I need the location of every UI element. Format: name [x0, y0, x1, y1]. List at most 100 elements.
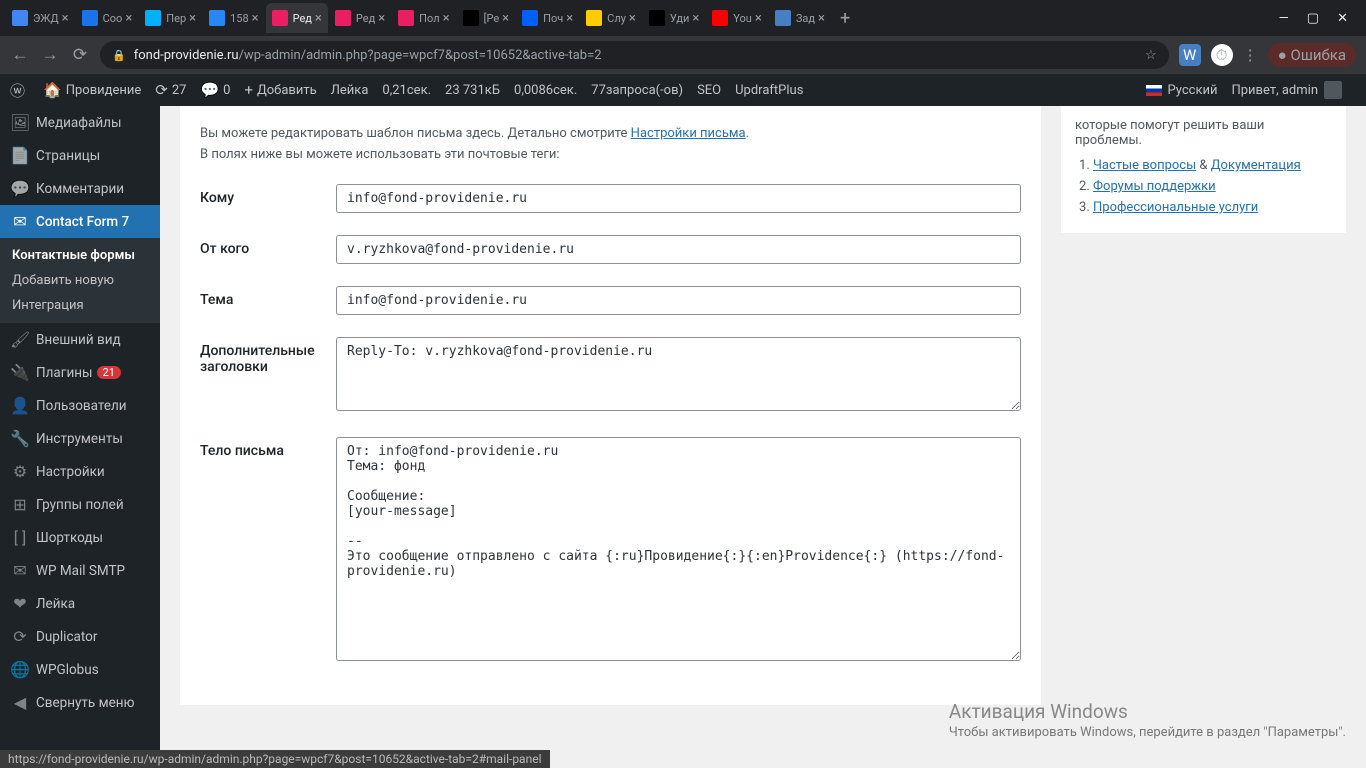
error-badge[interactable]: ● Ошибка [1268, 43, 1356, 67]
favicon [145, 10, 161, 26]
browser-tab[interactable]: Ред× [266, 3, 328, 33]
browser-tab[interactable]: Ред× [329, 3, 391, 33]
vk-extension-icon[interactable]: W [1179, 44, 1201, 66]
close-tab-icon[interactable]: × [443, 11, 450, 26]
sidebar-item[interactable]: ⟳Duplicator [0, 620, 160, 653]
seo-link[interactable]: SEO [697, 83, 721, 98]
menu-icon: ✉ [10, 561, 30, 580]
headers-textarea[interactable] [336, 337, 1021, 411]
close-tab-icon[interactable]: × [755, 11, 762, 26]
perf-time[interactable]: 0,21сек. [382, 83, 431, 98]
browser-tab[interactable]: 158× [203, 3, 265, 33]
close-tab-icon[interactable]: × [62, 11, 69, 26]
site-name[interactable]: 🏠Провидение [43, 81, 141, 99]
browser-tab[interactable]: Поч× [516, 3, 579, 33]
wp-logo[interactable]: ⓦ [10, 80, 29, 101]
leyka-link[interactable]: Лейка [331, 83, 369, 98]
perf-time2[interactable]: 0,0086сек. [514, 83, 577, 98]
sidebar-item[interactable]: 💬Комментарии [0, 172, 160, 205]
sidebar-item[interactable]: ⊞Группы полей [0, 488, 160, 521]
browser-tab[interactable]: Слу× [580, 3, 642, 33]
sidebar-item[interactable]: ✉ WP Mail SMTP [0, 554, 160, 587]
menu-icon: 🖼 [10, 113, 30, 132]
tab-title: Coo [103, 12, 123, 25]
sidebar-item[interactable]: ✉Contact Form 7 [0, 205, 160, 238]
browser-tab[interactable]: ЭЖД× [6, 3, 75, 33]
language-switcher[interactable]: Русский [1146, 83, 1217, 98]
sidebar-item[interactable]: 🖼 Медиафайлы [0, 106, 160, 139]
close-tab-icon[interactable]: × [378, 11, 385, 26]
browser-status-bar: https://fond-providenie.ru/wp-admin/admi… [0, 750, 550, 768]
subject-input[interactable] [336, 286, 1021, 315]
forward-button[interactable]: → [40, 45, 60, 65]
perf-size[interactable]: 23 731кБ [445, 83, 500, 98]
back-button[interactable]: ← [10, 45, 30, 65]
close-tab-icon[interactable]: × [692, 11, 699, 26]
close-window-button[interactable]: ✕ [1337, 11, 1348, 26]
sidebar-item[interactable]: 🖌Внешний вид [0, 323, 160, 356]
add-new[interactable]: +Добавить [244, 81, 316, 99]
sidebar-item[interactable]: 🔌Плагины21 [0, 356, 160, 389]
close-tab-icon[interactable]: × [502, 11, 509, 26]
perf-queries[interactable]: 77запроса(-ов) [591, 83, 683, 98]
extension-icons: W ⏱ ⋮ ● Ошибка [1179, 43, 1356, 67]
browser-tab[interactable]: Coo× [76, 3, 139, 33]
collapse-label: Свернуть меню [36, 695, 135, 711]
body-textarea[interactable] [336, 437, 1021, 661]
close-tab-icon[interactable]: × [566, 11, 573, 26]
favicon [649, 10, 665, 26]
tab-title: Зад [796, 12, 815, 25]
sidebar-item[interactable]: [ ]Шорткоды [0, 521, 160, 554]
sidebar-item[interactable]: ⚙Настройки [0, 455, 160, 488]
browser-tab[interactable]: You× [706, 3, 768, 33]
close-tab-icon[interactable]: × [315, 11, 322, 26]
sidebar-item[interactable]: 📄Страницы [0, 139, 160, 172]
help-sidebar: которые помогут решить ваши проблемы. Ча… [1061, 106, 1346, 233]
menu-label: WP Mail SMTP [36, 563, 125, 579]
new-tab-button[interactable]: + [832, 8, 858, 29]
from-input[interactable] [336, 235, 1021, 264]
sidebar-item[interactable]: ❤Лейка [0, 587, 160, 620]
close-tab-icon[interactable]: × [818, 11, 825, 26]
extension-icon[interactable]: ⏱ [1211, 44, 1233, 66]
collapse-menu[interactable]: ◀Свернуть меню [0, 686, 160, 719]
sidebar-item[interactable]: 👤Пользователи [0, 389, 160, 422]
menu-label: Комментарии [36, 181, 124, 197]
reload-button[interactable]: ⟳ [70, 45, 90, 65]
favicon [82, 10, 98, 26]
tab-title: Пол [419, 12, 439, 25]
menu-label: Медиафайлы [36, 115, 121, 131]
submenu-item[interactable]: Интеграция [0, 293, 160, 318]
comments-count[interactable]: 💬0 [200, 81, 230, 99]
user-greeting[interactable]: Привет, admin [1231, 81, 1342, 99]
star-icon[interactable]: ☆ [1145, 48, 1157, 63]
browser-tab[interactable]: Пол × [392, 3, 455, 33]
browser-tab[interactable]: Пер× [139, 3, 202, 33]
menu-icon[interactable]: ⋮ [1243, 46, 1258, 64]
help-link-forums: Форумы поддержки [1093, 179, 1332, 194]
menu-icon: 🌐 [10, 660, 30, 679]
sidebar-item[interactable]: 🌐WPGlobus [0, 653, 160, 686]
mail-settings-link[interactable]: Настройки письма [631, 126, 746, 141]
menu-label: Группы полей [36, 497, 124, 513]
menu-icon: ✉ [10, 212, 30, 231]
updates-count[interactable]: ⟳27 [155, 81, 186, 99]
submenu-item[interactable]: Контактные формы [0, 243, 160, 268]
submenu-item[interactable]: Добавить новую [0, 268, 160, 293]
menu-icon: ❤ [10, 594, 30, 613]
minimize-button[interactable]: — [1279, 11, 1289, 26]
close-tab-icon[interactable]: × [189, 11, 196, 26]
browser-tab[interactable]: Уди× [643, 3, 705, 33]
browser-tab[interactable]: Зад× [769, 3, 831, 33]
maximize-button[interactable]: ▢ [1307, 11, 1319, 26]
browser-tab[interactable]: [Ре× [457, 3, 516, 33]
sidebar-item[interactable]: 🔧Инструменты [0, 422, 160, 455]
updraft-link[interactable]: UpdraftPlus [735, 83, 803, 98]
to-input[interactable] [336, 184, 1021, 213]
help-link-services: Профессиональные услуги [1093, 200, 1332, 215]
close-tab-icon[interactable]: × [629, 11, 636, 26]
close-tab-icon[interactable]: × [125, 11, 132, 26]
favicon [463, 10, 479, 26]
close-tab-icon[interactable]: × [252, 11, 259, 26]
address-bar[interactable]: 🔒 fond-providenie.ru/wp-admin/admin.php?… [100, 41, 1169, 69]
